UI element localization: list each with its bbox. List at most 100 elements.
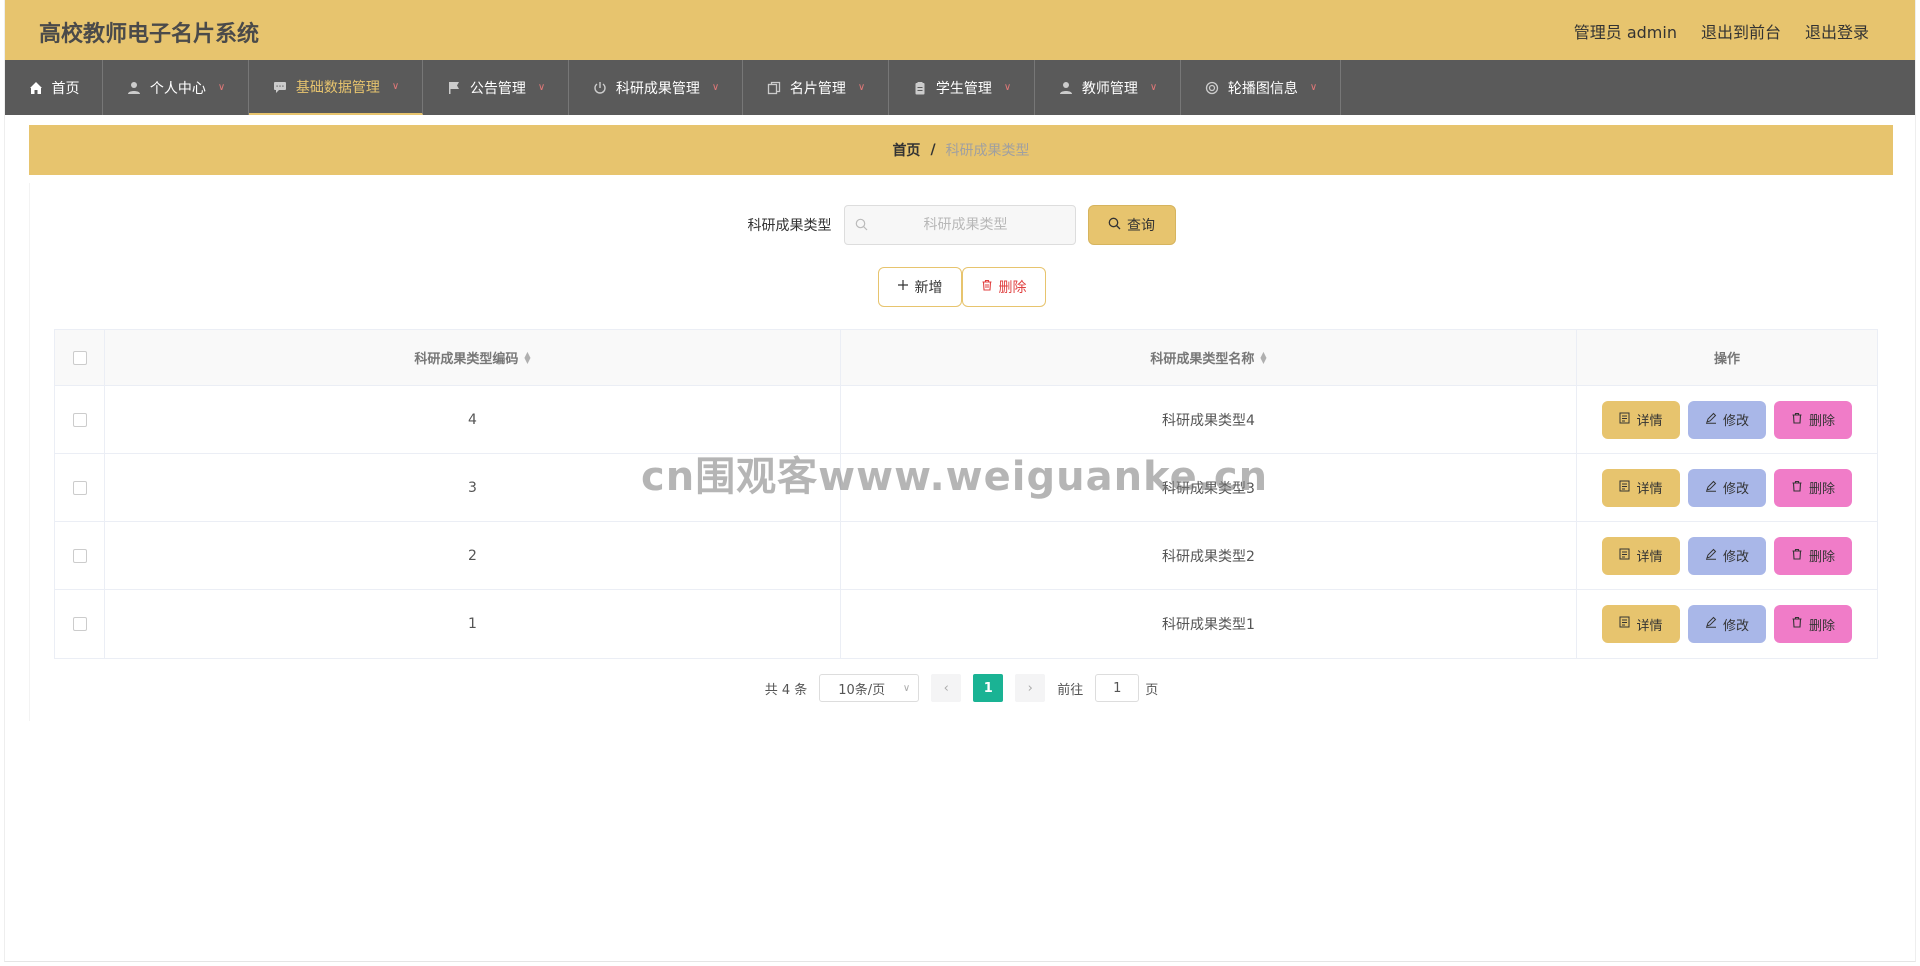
column-header-name[interactable]: 科研成果类型名称 ▲ ▼ bbox=[841, 330, 1577, 385]
nav-label: 轮播图信息 bbox=[1227, 80, 1298, 97]
detail-button[interactable]: 详情 bbox=[1602, 605, 1680, 643]
nav-item-card[interactable]: 名片管理 ∨ bbox=[743, 60, 889, 115]
select-all-checkbox[interactable] bbox=[72, 350, 87, 365]
logout-link[interactable]: 退出登录 bbox=[1805, 19, 1869, 43]
data-table: 科研成果类型编码 ▲ ▼ 科研成果类型名称 ▲ ▼ 操作 4 科研成果类型4 详情 bbox=[54, 329, 1878, 659]
search-form: 科研成果类型 查询 bbox=[30, 205, 1893, 245]
home-icon bbox=[28, 80, 44, 96]
app-header: 高校教师电子名片系统 管理员 admin 退出到前台 退出登录 bbox=[5, 0, 1915, 60]
row-checkbox[interactable] bbox=[72, 617, 87, 631]
edit-button[interactable]: 修改 bbox=[1688, 605, 1766, 643]
nav-item-notice[interactable]: 公告管理 ∨ bbox=[423, 60, 569, 115]
chat-icon bbox=[272, 79, 288, 95]
edit-button[interactable]: 修改 bbox=[1688, 536, 1766, 575]
search-input[interactable] bbox=[875, 217, 1056, 233]
nav-item-student[interactable]: 学生管理 ∨ bbox=[889, 60, 1035, 115]
row-check-cell bbox=[55, 590, 105, 658]
cell-code: 3 bbox=[105, 454, 841, 521]
detail-label: 详情 bbox=[1636, 618, 1663, 634]
user-icon bbox=[126, 80, 142, 96]
to-front-link[interactable]: 退出到前台 bbox=[1701, 19, 1781, 43]
plus-icon bbox=[897, 279, 909, 295]
pencil-icon bbox=[1705, 412, 1717, 428]
column-header-code[interactable]: 科研成果类型编码 ▲ ▼ bbox=[105, 330, 841, 385]
trash-icon bbox=[1791, 548, 1803, 564]
header-check-cell bbox=[55, 330, 105, 385]
chevron-down-icon: ∨ bbox=[711, 82, 720, 93]
copy-icon bbox=[766, 80, 782, 96]
main-panel: 科研成果类型 查询 新增 删除 科研 bbox=[29, 183, 1893, 721]
add-button-label: 新增 bbox=[914, 280, 943, 296]
document-icon bbox=[1619, 548, 1630, 564]
query-button-label: 查询 bbox=[1127, 218, 1155, 234]
row-checkbox[interactable] bbox=[72, 480, 87, 495]
delete-button[interactable]: 删除 bbox=[1774, 400, 1852, 439]
query-button[interactable]: 查询 bbox=[1087, 205, 1176, 245]
cell-name: 科研成果类型1 bbox=[841, 590, 1577, 658]
pagination: 共 4 条 10条/页 ∨ ‹ 1 › 前往 页 bbox=[30, 673, 1893, 703]
edit-button[interactable]: 修改 bbox=[1688, 400, 1766, 439]
goto-page-input[interactable] bbox=[1095, 674, 1140, 702]
cell-name: 科研成果类型4 bbox=[841, 386, 1577, 453]
nav-label: 名片管理 bbox=[789, 80, 846, 97]
page-number-current[interactable]: 1 bbox=[973, 674, 1004, 702]
row-check-cell bbox=[55, 522, 105, 589]
detail-button[interactable]: 详情 bbox=[1602, 536, 1680, 575]
page-size-value: 10条/页 bbox=[838, 682, 886, 698]
trash-icon bbox=[981, 279, 993, 295]
search-icon bbox=[855, 216, 868, 235]
column-header-label: 科研成果类型编码 bbox=[414, 352, 519, 367]
admin-label: 管理员 admin bbox=[1573, 23, 1677, 42]
search-icon bbox=[1108, 217, 1121, 234]
nav-label: 科研成果管理 bbox=[615, 80, 700, 97]
delete-button[interactable]: 删除 bbox=[1774, 605, 1852, 643]
detail-label: 详情 bbox=[1636, 482, 1663, 497]
delete-label: 删除 bbox=[1808, 618, 1835, 634]
top-nav: 首页 个人中心 ∨ 基础数据管理 ∨ 公告管理 ∨ 科研成果管理 ∨ 名片管理 … bbox=[5, 60, 1915, 115]
add-button[interactable]: 新增 bbox=[877, 267, 962, 307]
row-actions: 详情 修改 删除 bbox=[1577, 386, 1877, 453]
nav-item-teacher[interactable]: 教师管理 ∨ bbox=[1035, 60, 1181, 115]
nav-item-carousel[interactable]: 轮播图信息 ∨ bbox=[1181, 60, 1341, 115]
goto-label: 前往 bbox=[1057, 682, 1084, 698]
batch-delete-label: 删除 bbox=[998, 280, 1027, 296]
sort-icon[interactable]: ▲ ▼ bbox=[1260, 350, 1266, 364]
breadcrumb-current: 科研成果类型 bbox=[945, 143, 1030, 159]
row-checkbox[interactable] bbox=[72, 548, 87, 563]
prev-page-button[interactable]: ‹ bbox=[931, 674, 962, 702]
nav-item-home[interactable]: 首页 bbox=[5, 60, 103, 115]
circle-icon bbox=[1204, 80, 1220, 96]
row-check-cell bbox=[55, 386, 105, 453]
document-icon bbox=[1619, 616, 1630, 632]
delete-button[interactable]: 删除 bbox=[1774, 468, 1852, 507]
search-label: 科研成果类型 bbox=[747, 218, 832, 234]
edit-button[interactable]: 修改 bbox=[1688, 468, 1766, 507]
delete-label: 删除 bbox=[1808, 482, 1835, 497]
table-row: 2 科研成果类型2 详情 修改 删除 bbox=[55, 522, 1877, 590]
page-suffix: 页 bbox=[1145, 682, 1159, 698]
nav-item-research[interactable]: 科研成果管理 ∨ bbox=[569, 60, 743, 115]
edit-label: 修改 bbox=[1722, 482, 1749, 497]
nav-item-profile[interactable]: 个人中心 ∨ bbox=[103, 60, 249, 115]
nav-item-basic-data[interactable]: 基础数据管理 ∨ bbox=[249, 60, 423, 115]
batch-delete-button[interactable]: 删除 bbox=[961, 267, 1046, 307]
app-title: 高校教师电子名片系统 bbox=[39, 22, 260, 47]
column-header-label: 科研成果类型名称 bbox=[1150, 352, 1255, 367]
detail-label: 详情 bbox=[1636, 550, 1663, 565]
detail-button[interactable]: 详情 bbox=[1602, 400, 1680, 439]
pencil-icon bbox=[1705, 480, 1717, 496]
breadcrumb-separator: / bbox=[930, 142, 936, 158]
pencil-icon bbox=[1705, 548, 1717, 564]
page-size-select[interactable]: 10条/页 ∨ bbox=[819, 674, 920, 702]
delete-label: 删除 bbox=[1808, 550, 1835, 565]
row-checkbox[interactable] bbox=[72, 412, 87, 427]
action-bar: 新增 删除 bbox=[30, 267, 1893, 307]
sort-icon[interactable]: ▲ ▼ bbox=[524, 350, 530, 364]
detail-button[interactable]: 详情 bbox=[1602, 468, 1680, 507]
search-box[interactable] bbox=[843, 205, 1076, 245]
breadcrumb-home[interactable]: 首页 bbox=[892, 140, 920, 160]
next-page-button[interactable]: › bbox=[1015, 674, 1046, 702]
cell-code: 1 bbox=[105, 590, 841, 658]
nav-label: 公告管理 bbox=[469, 80, 526, 97]
delete-button[interactable]: 删除 bbox=[1774, 536, 1852, 575]
